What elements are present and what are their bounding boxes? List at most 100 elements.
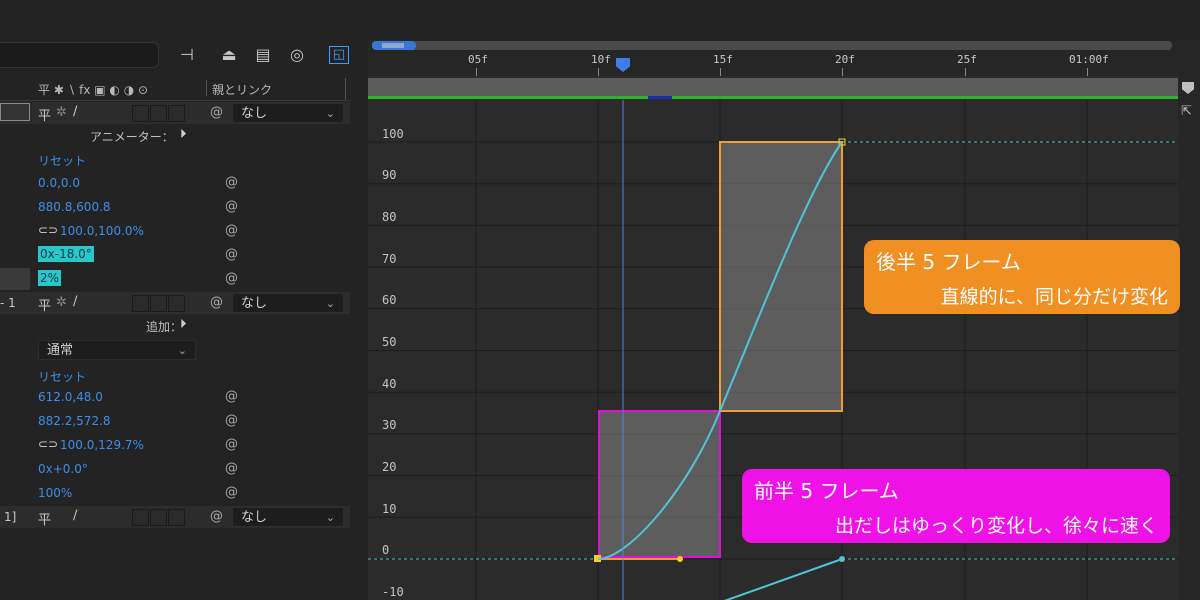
layer-row[interactable]: - 1 平 ✲ ∕ @ なし ⌄ — [0, 292, 350, 314]
pickwhip-icon[interactable]: @ — [225, 437, 238, 452]
layer-name-field[interactable] — [0, 103, 30, 121]
work-area-bar[interactable] — [372, 41, 1172, 50]
motion-blur-icon[interactable]: ◎ — [286, 44, 308, 66]
ruler-label: 01:00f — [1069, 53, 1109, 66]
blend-mode-dropdown[interactable]: 通常 ⌄ — [38, 340, 196, 360]
opacity-value[interactable]: 2% — [38, 270, 62, 286]
chevron-down-icon: ⌄ — [177, 344, 187, 357]
switch-box[interactable] — [132, 295, 149, 312]
quality-switch-icon[interactable]: ∕ — [73, 104, 77, 119]
parent-dropdown[interactable]: なし ⌄ — [232, 507, 344, 527]
ruler-label: 10f — [591, 53, 611, 66]
layer-duration-bar[interactable] — [368, 78, 1178, 97]
pickwhip-icon[interactable]: @ — [225, 175, 238, 190]
anchor-icon[interactable]: ⏏ — [218, 44, 240, 66]
add-row: 追加： ⏵ — [0, 314, 350, 336]
collapse-switch-icon[interactable]: ✲ — [56, 295, 67, 310]
opacity-value[interactable]: 100% — [38, 486, 72, 500]
rotation-value[interactable]: 0x+0.0° — [38, 462, 88, 476]
play-icon[interactable]: ⏵ — [180, 317, 187, 332]
switch-box[interactable] — [168, 509, 185, 526]
switch-box[interactable] — [150, 509, 167, 526]
pickwhip-icon[interactable]: @ — [225, 461, 238, 476]
switch-box[interactable] — [132, 509, 149, 526]
film-icon[interactable]: ▤ — [252, 44, 274, 66]
animator-label: アニメーター： — [90, 130, 174, 144]
former-half-callout: 前半 5 フレーム 出だしはゆっくり変化し、徐々に速く — [742, 469, 1170, 543]
ruler-tick — [720, 68, 721, 76]
keyframe-point[interactable] — [839, 556, 845, 562]
pickwhip-icon[interactable]: @ — [210, 509, 223, 524]
side-strip: ⇱ — [1178, 40, 1200, 600]
parent-dropdown[interactable]: なし ⌄ — [232, 293, 344, 313]
render-bar — [368, 96, 1178, 99]
play-icon[interactable]: ⏵ — [180, 127, 187, 142]
cache-marker — [648, 96, 672, 99]
axis-label: 90 — [382, 168, 396, 182]
ruler-label: 15f — [713, 53, 733, 66]
top-bar — [0, 0, 1200, 40]
link-icon[interactable]: ⊂⊃ — [38, 223, 58, 237]
latter-callout-body: 直線的に、同じ分だけ変化 — [940, 286, 1168, 308]
pickwhip-icon[interactable]: @ — [210, 105, 223, 120]
anchor-value[interactable]: 612.0,48.0 — [38, 390, 103, 404]
ruler-tick — [1087, 68, 1088, 76]
reset-link[interactable]: リセット — [38, 152, 86, 169]
switch-box[interactable] — [132, 105, 149, 122]
second-half-box — [719, 141, 843, 412]
reset-link[interactable]: リセット — [38, 368, 86, 385]
layer-row[interactable]: 平 ✲ ∕ @ なし ⌄ — [0, 102, 350, 124]
ruler-tick — [965, 68, 966, 76]
shy-switch-icon[interactable]: 平 — [38, 295, 51, 314]
axis-label: 50 — [382, 335, 396, 349]
end-marker-icon[interactable] — [1182, 82, 1194, 94]
anchor-value[interactable]: 0.0,0.0 — [38, 176, 80, 190]
hierarchy-icon[interactable]: ⊣ — [176, 44, 198, 66]
scale-value[interactable]: 100.0,100.0% — [60, 224, 144, 238]
work-area-grip — [382, 43, 404, 48]
scale-value[interactable]: 100.0,129.7% — [60, 438, 144, 452]
axis-label: 70 — [382, 252, 396, 266]
former-callout-body: 出だしはゆっくり変化し、徐々に速く — [834, 515, 1158, 537]
parent-value: なし — [241, 510, 268, 525]
link-icon[interactable]: ⊂⊃ — [38, 437, 58, 451]
shy-switch-icon[interactable]: 平 — [38, 509, 51, 528]
ruler-tick — [842, 68, 843, 76]
switch-box[interactable] — [150, 105, 167, 122]
pickwhip-icon[interactable]: @ — [225, 199, 238, 214]
pickwhip-icon[interactable]: @ — [210, 295, 223, 310]
graph-editor-icon[interactable]: ◱ — [329, 46, 349, 64]
property-row: 882.2,572.8 @ — [0, 410, 350, 432]
axis-label: -10 — [382, 585, 404, 599]
quality-switch-icon[interactable]: ∕ — [73, 508, 77, 523]
position-value[interactable]: 882.2,572.8 — [38, 414, 111, 428]
pickwhip-icon[interactable]: @ — [225, 389, 238, 404]
axis-label: 100 — [382, 127, 404, 141]
property-row: 0x-18.0° @ — [0, 244, 350, 266]
pickwhip-icon[interactable]: @ — [225, 247, 238, 262]
axis-label: 80 — [382, 210, 396, 224]
add-label: 追加： — [146, 320, 183, 334]
parent-dropdown[interactable]: なし ⌄ — [232, 103, 344, 123]
search-input[interactable] — [0, 42, 159, 68]
snap-icon[interactable]: ⇱ — [1181, 104, 1192, 119]
switch-box[interactable] — [168, 105, 185, 122]
column-divider — [206, 80, 207, 96]
column-divider — [345, 78, 346, 100]
pickwhip-icon[interactable]: @ — [225, 413, 238, 428]
property-row: リセット — [0, 364, 350, 386]
position-value[interactable]: 880.8,600.8 — [38, 200, 111, 214]
collapse-switch-icon[interactable]: ✲ — [56, 105, 67, 120]
quality-switch-icon[interactable]: ∕ — [73, 294, 77, 309]
layer-row[interactable]: 1] 平 ∕ @ なし ⌄ — [0, 506, 350, 528]
property-row: 0x+0.0° @ — [0, 458, 350, 480]
switch-box[interactable] — [150, 295, 167, 312]
pickwhip-icon[interactable]: @ — [225, 485, 238, 500]
switch-box[interactable] — [168, 295, 185, 312]
chevron-down-icon: ⌄ — [325, 297, 335, 310]
pickwhip-icon[interactable]: @ — [225, 271, 238, 286]
handle-point[interactable] — [677, 556, 683, 562]
rotation-value[interactable]: 0x-18.0° — [38, 246, 94, 262]
shy-switch-icon[interactable]: 平 — [38, 105, 51, 124]
pickwhip-icon[interactable]: @ — [225, 223, 238, 238]
